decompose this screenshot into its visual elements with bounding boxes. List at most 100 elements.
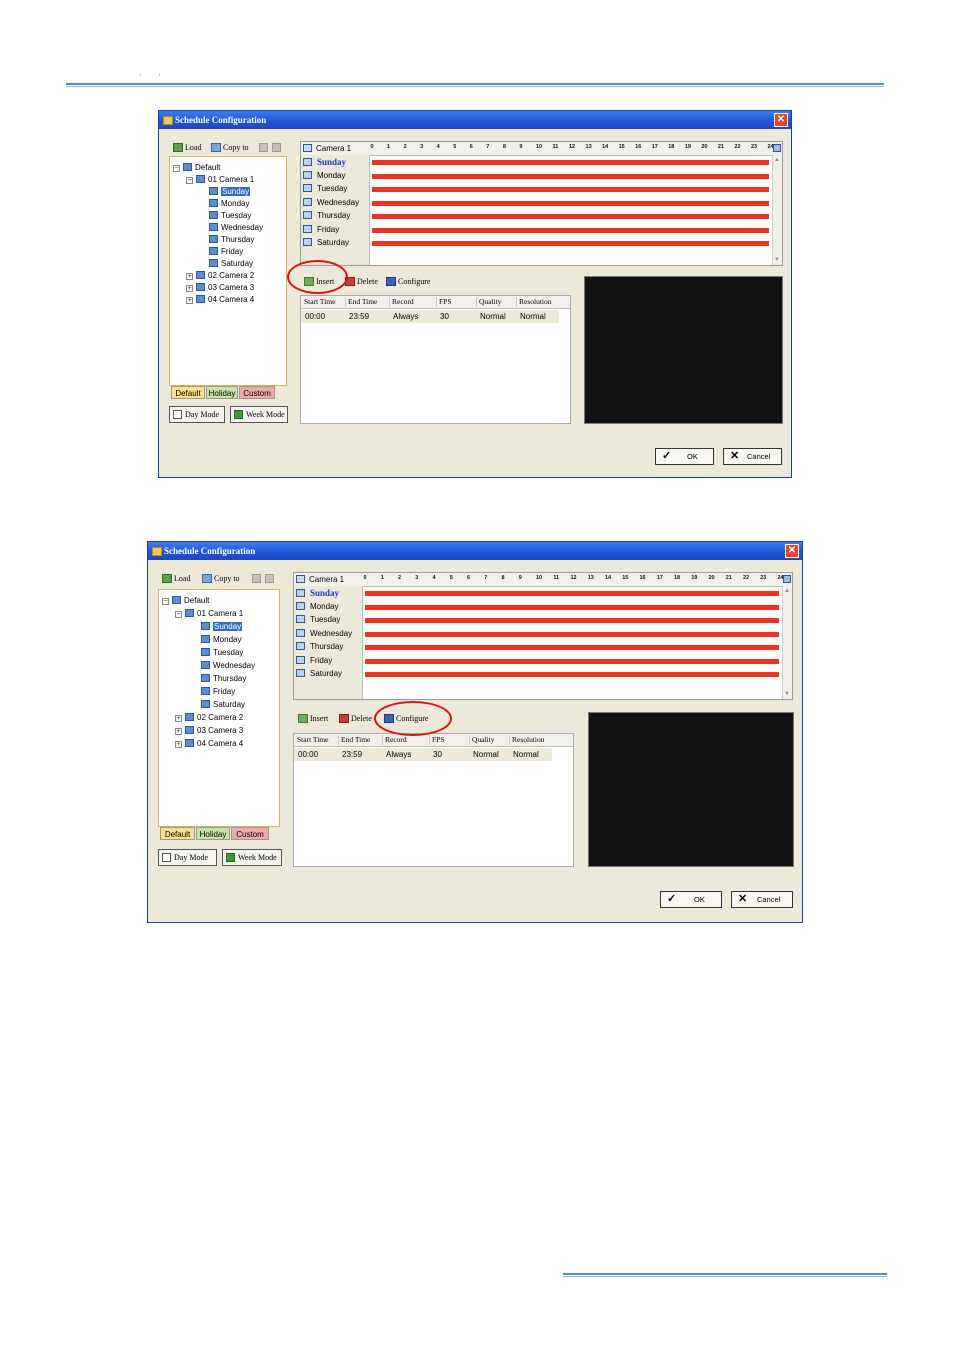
load-button[interactable]: Load xyxy=(162,574,190,583)
delete-button[interactable]: Delete xyxy=(339,714,372,723)
schedule-bar-friday[interactable] xyxy=(372,227,769,233)
day-mode-button[interactable]: Day Mode xyxy=(169,406,225,423)
camera-tree[interactable]: − Default −01 Camera 1 Sunday Monday Tues… xyxy=(158,589,280,827)
column-header[interactable]: Resolution xyxy=(512,735,545,744)
schedule-bar-monday[interactable] xyxy=(372,173,769,179)
configure-button[interactable]: Configure xyxy=(386,277,430,286)
column-header[interactable]: Record xyxy=(392,297,414,306)
day-row-wednesday[interactable]: Wednesday xyxy=(296,628,352,638)
column-separator[interactable] xyxy=(516,297,517,307)
day-row-sunday[interactable]: Sunday xyxy=(296,588,339,598)
tree-day-wednesday[interactable]: Wednesday xyxy=(209,222,263,233)
calendar-grid-icon[interactable] xyxy=(773,144,781,152)
tree-day-saturday[interactable]: Saturday xyxy=(209,258,253,269)
day-row-saturday[interactable]: Saturday xyxy=(296,669,342,678)
schedule-bar-wednesday[interactable] xyxy=(372,200,769,206)
tab-default[interactable]: Default xyxy=(171,386,205,399)
column-header[interactable]: Start Time xyxy=(304,297,335,306)
column-separator[interactable] xyxy=(469,735,470,745)
column-header[interactable]: FPS xyxy=(439,297,452,306)
schedule-bar-thursday[interactable] xyxy=(372,214,769,219)
scroll-up-icon[interactable]: ▲ xyxy=(784,588,790,594)
close-button[interactable]: ✕ xyxy=(785,544,799,558)
day-row-thursday[interactable]: Thursday xyxy=(296,642,343,651)
cancel-button[interactable]: ✕ Cancel xyxy=(731,891,793,908)
tree-day-sunday[interactable]: Sunday xyxy=(201,621,243,632)
weekly-schedule[interactable]: Camera 1 0 1 2 3 4 5 6 7 8 9 10 11 12 13 14 15 16 17 18 19 20… xyxy=(293,572,793,700)
tree-camera-4[interactable]: +04 Camera 4 xyxy=(186,294,254,305)
close-button[interactable]: ✕ xyxy=(774,113,788,127)
insert-button[interactable]: Insert xyxy=(298,714,328,723)
schedule-bar-friday[interactable] xyxy=(365,658,779,664)
week-mode-button[interactable]: Week Mode xyxy=(230,406,288,423)
tab-custom[interactable]: Custom xyxy=(231,827,269,840)
camera-label[interactable]: Camera 1 xyxy=(296,573,344,586)
schedule-scrollbar[interactable]: ▲ ▼ xyxy=(782,586,792,699)
schedule-bar-wednesday[interactable] xyxy=(365,631,779,637)
tab-default[interactable]: Default xyxy=(160,827,195,840)
column-separator[interactable] xyxy=(345,297,346,307)
extra-toolbar-buttons[interactable] xyxy=(259,143,285,152)
schedule-bar-monday[interactable] xyxy=(365,604,779,610)
day-row-friday[interactable]: Friday xyxy=(296,655,332,665)
tree-day-friday[interactable]: Friday xyxy=(201,686,235,697)
tree-root[interactable]: − Default xyxy=(173,162,220,173)
schedule-scrollbar[interactable]: ▲ ▼ xyxy=(772,155,782,265)
column-header[interactable]: Resolution xyxy=(519,297,552,306)
tree-day-thursday[interactable]: Thursday xyxy=(209,234,254,245)
extra-toolbar-buttons[interactable] xyxy=(252,574,278,583)
tab-custom[interactable]: Custom xyxy=(239,386,275,399)
schedule-bar-sunday[interactable] xyxy=(372,160,769,165)
tree-day-tuesday[interactable]: Tuesday xyxy=(201,647,243,658)
ok-button[interactable]: ✓ OK xyxy=(655,448,714,465)
calendar-grid-icon[interactable] xyxy=(783,575,791,583)
column-header[interactable]: Record xyxy=(385,735,407,744)
column-header[interactable]: Start Time xyxy=(297,735,328,744)
scroll-down-icon[interactable]: ▼ xyxy=(784,691,790,697)
column-separator[interactable] xyxy=(476,297,477,307)
tree-camera-4[interactable]: +04 Camera 4 xyxy=(175,738,243,749)
tree-camera-1[interactable]: −01 Camera 1 xyxy=(175,608,243,619)
day-row-thursday[interactable]: Thursday xyxy=(303,211,350,220)
tree-day-tuesday[interactable]: Tuesday xyxy=(209,210,251,221)
camera-label[interactable]: Camera 1 xyxy=(303,142,351,155)
tree-day-sunday[interactable]: Sunday xyxy=(209,186,251,197)
copy-to-button[interactable]: Copy to xyxy=(202,574,240,583)
schedule-bar-saturday[interactable] xyxy=(365,672,779,677)
schedule-bar-sunday[interactable] xyxy=(365,591,779,596)
column-header[interactable]: End Time xyxy=(341,735,370,744)
cancel-button[interactable]: ✕ Cancel xyxy=(723,448,782,465)
tab-holiday[interactable]: Holiday xyxy=(196,827,230,840)
tree-day-saturday[interactable]: Saturday xyxy=(201,699,245,710)
column-separator[interactable] xyxy=(338,735,339,745)
copy-to-button[interactable]: Copy to xyxy=(211,143,249,152)
tree-day-monday[interactable]: Monday xyxy=(201,634,241,645)
tree-camera-2[interactable]: +02 Camera 2 xyxy=(186,270,254,281)
tree-day-friday[interactable]: Friday xyxy=(209,246,243,257)
schedule-table[interactable]: Start Time End Time Record FPS Quality Resolu… xyxy=(300,295,571,424)
scroll-down-icon[interactable]: ▼ xyxy=(774,257,780,263)
ok-button[interactable]: ✓ OK xyxy=(660,891,722,908)
column-separator[interactable] xyxy=(436,297,437,307)
column-separator[interactable] xyxy=(429,735,430,745)
tree-camera-1[interactable]: −01 Camera 1 xyxy=(186,174,254,185)
day-row-sunday[interactable]: Sunday xyxy=(303,157,346,167)
column-separator[interactable] xyxy=(389,297,390,307)
tab-holiday[interactable]: Holiday xyxy=(206,386,238,399)
scroll-up-icon[interactable]: ▲ xyxy=(774,157,780,163)
day-row-saturday[interactable]: Saturday xyxy=(303,238,349,247)
load-button[interactable]: Load xyxy=(173,143,201,152)
column-header[interactable]: FPS xyxy=(432,735,445,744)
column-separator[interactable] xyxy=(509,735,510,745)
day-row-friday[interactable]: Friday xyxy=(303,224,339,234)
column-header[interactable]: End Time xyxy=(348,297,377,306)
schedule-bar-saturday[interactable] xyxy=(372,241,769,246)
tree-day-wednesday[interactable]: Wednesday xyxy=(201,660,255,671)
table-row[interactable]: 00:00 23:59 Always 30 Normal Normal xyxy=(301,310,559,323)
camera-tree[interactable]: − Default −01 Camera 1 Sunday Monday Tues… xyxy=(169,156,287,386)
tree-day-thursday[interactable]: Thursday xyxy=(201,673,246,684)
week-mode-button[interactable]: Week Mode xyxy=(222,849,282,866)
column-separator[interactable] xyxy=(382,735,383,745)
table-row[interactable]: 00:00 23:59 Always 30 Normal Normal xyxy=(294,748,552,761)
schedule-bar-tuesday[interactable] xyxy=(372,187,769,192)
